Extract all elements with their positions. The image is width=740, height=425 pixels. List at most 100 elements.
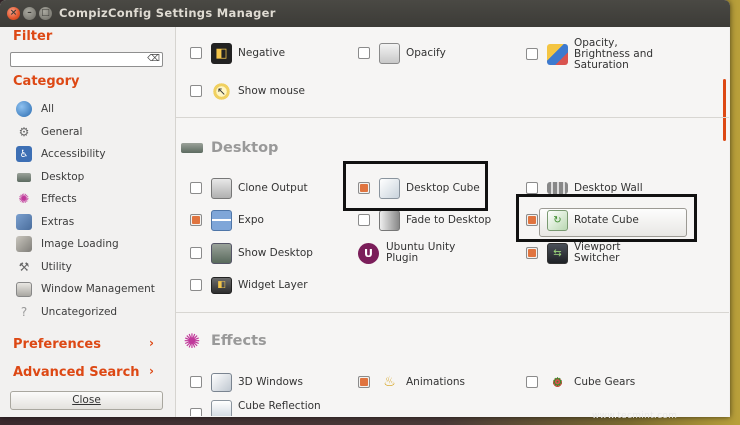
cube-reflection-icon — [211, 400, 232, 416]
maximize-icon: □ — [41, 8, 50, 18]
category-desktop[interactable]: Desktop — [16, 167, 84, 187]
plugin-checkbox[interactable] — [190, 279, 202, 291]
plugin-label-line: Switcher — [574, 252, 620, 264]
watermark: www.tecmint.com — [592, 411, 678, 421]
filter-heading: Filter — [13, 29, 53, 44]
plugin-checkbox[interactable] — [190, 214, 202, 226]
plugin-animations[interactable]: ♨ Animations — [358, 369, 465, 395]
plugin-opacify[interactable]: Opacify — [358, 40, 446, 66]
window-minimize-button[interactable]: – — [23, 7, 36, 20]
highlight-desktop-cube — [343, 161, 488, 211]
image-loading-icon — [16, 236, 32, 252]
plugin-checkbox[interactable] — [190, 376, 202, 388]
advanced-search-chevron-icon[interactable]: › — [149, 364, 154, 378]
plugin-checkbox[interactable] — [190, 47, 202, 59]
category-accessibility[interactable]: ♿ Accessibility — [16, 144, 106, 164]
plugin-label: Fade to Desktop — [406, 214, 492, 226]
highlight-rotate-cube — [516, 194, 697, 242]
section-title: Effects — [211, 333, 267, 349]
window-maximize-button[interactable]: □ — [39, 7, 52, 20]
plugin-label: Animations — [406, 376, 466, 388]
category-extras[interactable]: Extras — [16, 212, 74, 232]
preferences-chevron-icon[interactable]: › — [149, 336, 154, 350]
plugin-negative[interactable]: ◧ Negative — [190, 40, 285, 66]
plugin-cube-gears[interactable]: ⚙ Cube Gears — [526, 369, 635, 395]
plugin-checkbox[interactable] — [190, 408, 202, 416]
unity-icon: U — [358, 242, 379, 264]
plugin-show-mouse[interactable]: ↖ Show mouse — [190, 78, 305, 104]
desktop-wall-icon — [547, 182, 568, 194]
window-title: CompizConfig Settings Manager — [59, 6, 276, 20]
plugin-3d-windows[interactable]: 3D Windows — [190, 369, 303, 395]
filter-input[interactable]: ⌫ — [10, 52, 163, 67]
plugin-opacity-brightness-saturation[interactable]: Opacity, Brightness and Saturation — [526, 37, 653, 71]
category-window-management[interactable]: Window Management — [16, 279, 155, 299]
utility-icon: ⚒ — [18, 260, 30, 274]
brightness-icon — [547, 43, 568, 65]
category-label: All — [41, 103, 55, 115]
plugin-label: Widget Layer — [238, 279, 308, 291]
plugin-checkbox[interactable] — [526, 247, 538, 259]
plugin-label: Cube Gears — [574, 376, 636, 388]
category-label: General — [41, 126, 83, 138]
category-label: Extras — [41, 216, 75, 228]
window-close-button[interactable]: × — [7, 7, 20, 20]
category-label: Uncategorized — [41, 306, 118, 318]
scrollbar-thumb[interactable] — [723, 79, 726, 141]
category-label: Effects — [41, 193, 77, 205]
close-button[interactable]: Close — [10, 391, 163, 410]
plugin-checkbox[interactable] — [190, 85, 202, 97]
plugin-checkbox[interactable] — [526, 182, 538, 194]
cube-gears-icon: ⚙ — [547, 371, 568, 393]
gear-icon: ⚙ — [18, 125, 30, 139]
clear-filter-icon[interactable]: ⌫ — [147, 53, 160, 66]
plugin-checkbox[interactable] — [190, 182, 202, 194]
category-label: Utility — [41, 261, 72, 273]
plugin-clone-output[interactable]: Clone Output — [190, 175, 308, 201]
sidebar: Filter ⌫ Category All ⚙ General ♿ Access… — [0, 27, 172, 417]
expo-icon — [211, 209, 232, 231]
section-divider — [176, 312, 729, 313]
plugin-list: ◧ Negative Opacify Opacity, Brightness an… — [175, 27, 729, 417]
title-bar[interactable]: × – □ CompizConfig Settings Manager — [0, 0, 730, 27]
category-label: Desktop — [41, 171, 85, 183]
category-effects[interactable]: ✺ Effects — [16, 189, 77, 209]
advanced-search-link[interactable]: Advanced Search — [13, 365, 140, 380]
section-desktop: Desktop — [181, 140, 278, 156]
section-effects: ✺ Effects — [181, 331, 267, 351]
category-uncategorized[interactable]: ? Uncategorized — [16, 302, 117, 322]
desktop-icon — [16, 169, 32, 185]
category-general[interactable]: ⚙ General — [16, 122, 83, 142]
plugin-label-line: Plugin — [386, 252, 419, 264]
plugin-cube-reflection[interactable]: Cube Reflection — [190, 400, 321, 416]
plugin-checkbox[interactable] — [526, 48, 538, 60]
plugin-label: Desktop Wall — [574, 182, 643, 194]
plugin-show-desktop[interactable]: Show Desktop — [190, 240, 313, 266]
plugin-label: Negative — [238, 47, 286, 59]
category-image-loading[interactable]: Image Loading — [16, 234, 119, 254]
plugin-checkbox[interactable] — [358, 376, 370, 388]
fade-to-desktop-icon — [379, 209, 400, 231]
plugin-expo[interactable]: Expo — [190, 207, 264, 233]
category-label: Image Loading — [41, 238, 119, 250]
section-divider — [176, 117, 729, 118]
plugin-label: 3D Windows — [238, 376, 303, 388]
globe-icon — [16, 101, 32, 117]
plugin-checkbox[interactable] — [526, 376, 538, 388]
plugin-ubuntu-unity[interactable]: U Ubuntu Unity Plugin — [358, 238, 455, 268]
preferences-link[interactable]: Preferences — [13, 337, 101, 352]
show-mouse-icon: ↖ — [211, 80, 232, 102]
uncategorized-icon: ? — [20, 305, 28, 319]
section-title: Desktop — [211, 140, 279, 156]
plugin-checkbox[interactable] — [358, 47, 370, 59]
negative-icon: ◧ — [211, 42, 232, 64]
plugin-widget-layer[interactable]: ◧ Widget Layer — [190, 272, 308, 298]
category-utility[interactable]: ⚒ Utility — [16, 257, 72, 277]
plugin-label-line: Saturation — [574, 58, 629, 71]
plugin-checkbox[interactable] — [190, 247, 202, 259]
plugin-checkbox[interactable] — [358, 214, 370, 226]
opacify-icon — [379, 42, 400, 64]
plugin-label: Ubuntu Unity Plugin — [386, 242, 455, 264]
plugin-viewport-switcher[interactable]: ⇆ Viewport Switcher — [526, 238, 620, 268]
category-all[interactable]: All — [16, 99, 54, 119]
